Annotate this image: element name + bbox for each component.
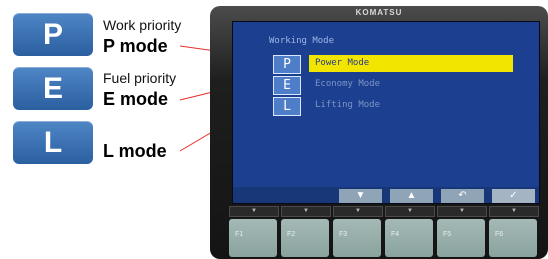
f3-button[interactable]: F3: [333, 219, 381, 257]
machine-monitor: KOMATSU Working Mode P Power Mode E Econ…: [210, 6, 548, 259]
power-mode-option[interactable]: Power Mode: [309, 55, 513, 72]
f4-button[interactable]: F4: [385, 219, 433, 257]
up-softkey[interactable]: ▲: [390, 189, 433, 203]
f3-tab-indicator: ▼: [333, 206, 383, 217]
back-softkey[interactable]: ↶: [441, 189, 484, 203]
function-key-tabs: ▼ ▼ ▼ ▼ ▼ ▼: [223, 206, 539, 217]
power-mode-key[interactable]: P: [273, 55, 301, 74]
f5-button[interactable]: F5: [437, 219, 485, 257]
f2-tab-indicator: ▼: [281, 206, 331, 217]
f6-button[interactable]: F6: [489, 219, 537, 257]
lifting-mode-option[interactable]: Lifting Mode: [315, 97, 380, 114]
f6-tab-indicator: ▼: [489, 206, 539, 217]
confirm-softkey[interactable]: ✓: [492, 189, 535, 203]
lifting-mode-key[interactable]: L: [273, 97, 301, 116]
economy-mode-key[interactable]: E: [273, 76, 301, 95]
f2-button[interactable]: F2: [281, 219, 329, 257]
f1-button[interactable]: F1: [229, 219, 277, 257]
f4-tab-indicator: ▼: [385, 206, 435, 217]
f5-tab-indicator: ▼: [437, 206, 487, 217]
brand-logo: KOMATSU: [355, 8, 403, 17]
economy-mode-option[interactable]: Economy Mode: [315, 76, 380, 93]
down-softkey[interactable]: ▼: [339, 189, 382, 203]
monitor-screen: Working Mode P Power Mode E Economy Mode…: [232, 21, 540, 204]
f1-tab-indicator: ▼: [229, 206, 279, 217]
softkey-bar: ▼ ▲ ↶ ✓: [233, 187, 539, 203]
screen-title: Working Mode: [269, 36, 335, 46]
